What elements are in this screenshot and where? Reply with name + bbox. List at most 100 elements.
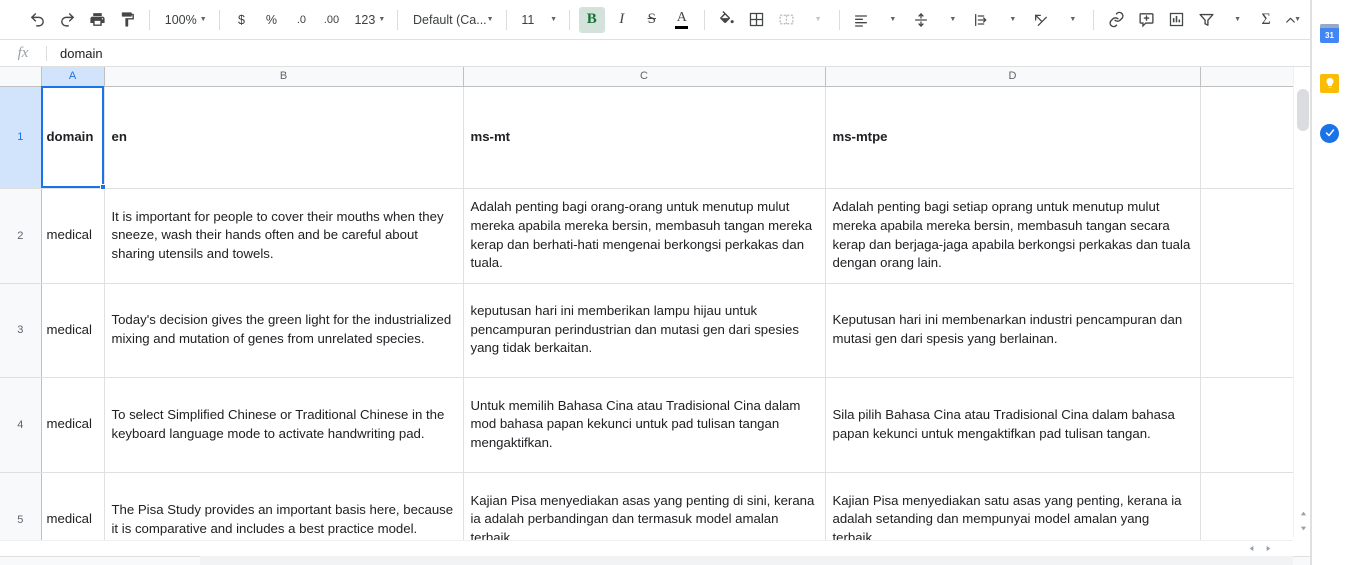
italic-button[interactable]: I (609, 7, 635, 33)
cell-a4[interactable]: medical (41, 377, 105, 473)
cell-c5[interactable]: Kajian Pisa menyediakan asas yang pentin… (463, 472, 826, 542)
toolbar-divider (1093, 9, 1095, 30)
scroll-left-button[interactable] (1243, 541, 1259, 556)
decrease-decimal-button[interactable]: .0 (288, 7, 314, 33)
spreadsheet-grid[interactable]: A B C D 1 domain en ms-mt ms-mtpe 2 medi… (0, 67, 1293, 542)
cell-b3[interactable]: Today's decision gives the green light f… (104, 283, 464, 378)
redo-icon[interactable] (54, 7, 80, 33)
horizontal-align-icon[interactable] (848, 7, 874, 33)
functions-button[interactable]: Σ (1253, 7, 1279, 33)
cell-c2[interactable]: Adalah penting bagi orang-orang untuk me… (463, 188, 826, 284)
scroll-right-button[interactable] (1260, 541, 1276, 556)
google-calendar-icon[interactable]: 31 (1319, 22, 1341, 44)
vertical-scrollbar[interactable] (1293, 67, 1312, 537)
insert-link-icon[interactable] (1103, 7, 1129, 33)
cell-c1[interactable]: ms-mt (463, 86, 826, 189)
chevron-down-icon: ▼ (1234, 16, 1242, 23)
cell-c3[interactable]: keputusan hari ini memberikan lampu hija… (463, 283, 826, 378)
column-header-b[interactable]: B (104, 67, 464, 87)
cell-b4[interactable]: To select Simplified Chinese or Traditio… (104, 377, 464, 473)
font-family-selector[interactable]: Default (Ca... ▼ (406, 7, 498, 33)
vertical-align-icon[interactable] (908, 7, 934, 33)
horizontal-align-dropdown[interactable]: ▼ (878, 7, 904, 33)
text-rotation-icon[interactable] (1028, 7, 1054, 33)
percent-format-button[interactable]: % (258, 7, 284, 33)
column-header-d[interactable]: D (825, 67, 1201, 87)
column-header-row: A B C D (0, 67, 1293, 87)
font-size-value: 11 (521, 12, 535, 27)
side-panel: 31 (1311, 0, 1347, 565)
table-row: 1 domain en ms-mt ms-mtpe (0, 86, 1293, 189)
cell-d5[interactable]: Kajian Pisa menyediakan satu asas yang p… (825, 472, 1201, 542)
cell-e1[interactable] (1200, 86, 1293, 189)
select-all-corner[interactable] (0, 67, 42, 87)
lightbulb-icon (1320, 73, 1339, 93)
vertical-scroll-thumb[interactable] (1297, 89, 1309, 131)
borders-icon[interactable] (744, 7, 770, 33)
cell-e5[interactable] (1200, 472, 1293, 542)
cell-a1[interactable]: domain (41, 86, 105, 189)
cell-a3[interactable]: medical (41, 283, 105, 378)
chevron-down-icon: ▼ (486, 16, 494, 23)
cell-c4[interactable]: Untuk memilih Bahasa Cina atau Tradision… (463, 377, 826, 473)
bold-button[interactable]: B (578, 6, 605, 33)
toolbar-divider (505, 9, 507, 30)
print-icon[interactable] (84, 7, 110, 33)
cell-e4[interactable] (1200, 377, 1293, 473)
chevron-down-icon: ▼ (199, 16, 207, 23)
horizontal-scrollbar[interactable] (0, 540, 1293, 556)
row-header-5[interactable]: 5 (0, 472, 42, 542)
cell-b5[interactable]: The Pisa Study provides an important bas… (104, 472, 464, 542)
column-header-empty[interactable] (1200, 67, 1293, 87)
formula-input[interactable] (47, 40, 1311, 66)
strikethrough-button[interactable]: S (639, 7, 665, 33)
toolbar-divider (838, 9, 840, 30)
row-header-4[interactable]: 4 (0, 377, 42, 473)
bottom-bar (0, 556, 1311, 565)
zoom-selector[interactable]: 100% ▼ (158, 7, 211, 33)
filter-icon[interactable] (1193, 7, 1219, 33)
vertical-align-dropdown[interactable]: ▼ (938, 7, 964, 33)
row-header-2[interactable]: 2 (0, 188, 42, 284)
table-row: 5 medical The Pisa Study provides an imp… (0, 472, 1293, 542)
strikethrough-label: S (647, 11, 656, 27)
insert-comment-icon[interactable] (1133, 7, 1159, 33)
row-header-1[interactable]: 1 (0, 86, 42, 189)
cell-d3[interactable]: Keputusan hari ini membenarkan industri … (825, 283, 1201, 378)
merge-cells-dropdown[interactable]: ▼ (804, 7, 830, 33)
cell-d4[interactable]: Sila pilih Bahasa Cina atau Tradisional … (825, 377, 1201, 473)
cell-a5[interactable]: medical (41, 472, 105, 542)
cell-a2[interactable]: medical (41, 188, 105, 284)
cell-e3[interactable] (1200, 283, 1293, 378)
text-color-button[interactable]: A (669, 7, 695, 33)
undo-icon[interactable] (24, 7, 50, 33)
insert-chart-icon[interactable] (1163, 7, 1189, 33)
chevron-down-icon: ▼ (550, 16, 557, 23)
text-rotation-dropdown[interactable]: ▼ (1058, 7, 1084, 33)
sheet-resize-handle[interactable] (200, 556, 1293, 565)
number-format-selector[interactable]: 123 ▼ (347, 7, 389, 33)
cell-b2[interactable]: It is important for people to cover thei… (104, 188, 464, 284)
merge-cells-icon[interactable] (774, 7, 800, 33)
paint-format-icon[interactable] (114, 7, 140, 33)
text-wrap-icon[interactable] (968, 7, 994, 33)
cell-e2[interactable] (1200, 188, 1293, 284)
cell-d2[interactable]: Adalah penting bagi setiap oprang untuk … (825, 188, 1201, 284)
row-header-3[interactable]: 3 (0, 283, 42, 378)
collapse-toolbar-button[interactable] (1277, 7, 1303, 33)
currency-format-button[interactable]: $ (228, 7, 254, 33)
sheet-table: A B C D 1 domain en ms-mt ms-mtpe 2 medi… (0, 67, 1293, 542)
google-keep-icon[interactable] (1319, 72, 1341, 94)
fill-color-icon[interactable] (714, 7, 740, 33)
spreadsheet-app: 100% ▼ $ % .0 .00 123 ▼ Default (Ca... ▼… (0, 0, 1347, 565)
cell-d1[interactable]: ms-mtpe (825, 86, 1201, 189)
column-header-c[interactable]: C (463, 67, 826, 87)
filter-dropdown[interactable]: ▼ (1223, 7, 1249, 33)
google-tasks-icon[interactable] (1319, 122, 1341, 144)
increase-decimal-button[interactable]: .00 (318, 7, 344, 33)
cell-b1[interactable]: en (104, 86, 464, 189)
column-header-a[interactable]: A (41, 67, 105, 87)
font-size-selector[interactable]: 11 ▼ (514, 7, 561, 33)
text-wrap-dropdown[interactable]: ▼ (998, 7, 1024, 33)
chevron-down-icon: ▼ (1069, 16, 1077, 23)
